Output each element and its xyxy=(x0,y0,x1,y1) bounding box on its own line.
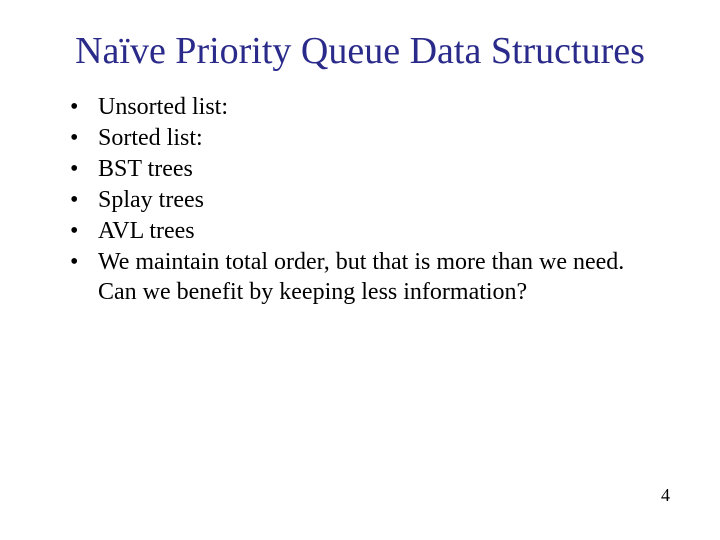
list-item: Unsorted list: xyxy=(70,92,660,122)
page-number: 4 xyxy=(661,485,670,506)
slide-title: Naïve Priority Queue Data Structures xyxy=(0,0,720,92)
list-item: Sorted list: xyxy=(70,123,660,153)
bullet-list: Unsorted list: Sorted list: BST trees Sp… xyxy=(0,92,720,307)
list-item: BST trees xyxy=(70,154,660,184)
list-item: AVL trees xyxy=(70,216,660,246)
list-item: We maintain total order, but that is mor… xyxy=(70,247,660,307)
list-item: Splay trees xyxy=(70,185,660,215)
